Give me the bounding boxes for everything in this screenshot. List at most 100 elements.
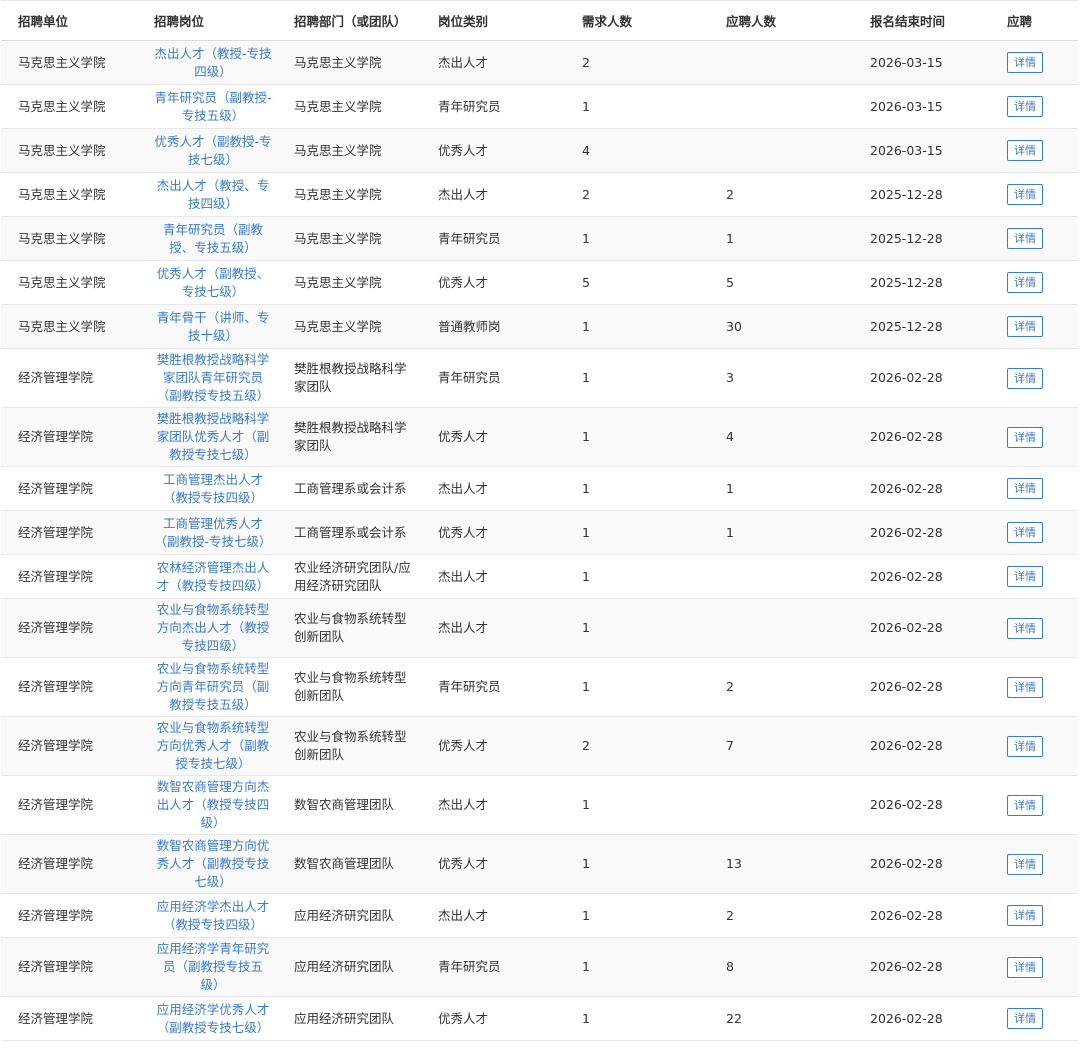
cell-apply: 详情 <box>995 466 1078 511</box>
post-link[interactable]: 工商管理杰出人才 （教授专技四级） <box>146 471 280 507</box>
table-row: 马克思主义学院 优秀人才（副教授、 专技七级） 马克思主义学院 优秀人才 5 5 2025-1… <box>1 260 1078 305</box>
cell-applicants: 8 <box>718 937 862 997</box>
cell-deadline: 2025-12-28 <box>862 172 995 217</box>
post-link-line: 应用经济学优秀人才 <box>156 1001 270 1017</box>
dept-line: 应用经济研究团队 <box>294 1010 395 1026</box>
detail-button[interactable]: 详情 <box>1007 676 1043 698</box>
detail-button[interactable]: 详情 <box>1007 52 1043 73</box>
post-link[interactable]: 樊胜根教授战略科学 家团队青年研究员 （副教授专技五级） <box>146 351 280 405</box>
cell-demand: 2 <box>574 40 718 85</box>
post-link[interactable]: 青年骨干（讲师、专 技十级） <box>146 309 280 345</box>
detail-button[interactable]: 详情 <box>1007 272 1043 293</box>
detail-button[interactable]: 详情 <box>1007 905 1043 926</box>
table-row: 马克思主义学院 青年骨干（讲师、专 技十级） 马克思主义学院 普通教师岗 1 30 2025-… <box>1 304 1078 349</box>
detail-button[interactable]: 详情 <box>1007 228 1043 249</box>
cell-category: 杰出人才 <box>430 172 574 217</box>
post-link[interactable]: 优秀人才（副教授、 专技七级） <box>146 265 280 301</box>
cell-dept: 马克思主义学院 <box>286 128 430 173</box>
detail-button[interactable]: 详情 <box>1007 184 1043 205</box>
cell-unit: 经济管理学院 <box>1 657 146 717</box>
post-link[interactable]: 杰出人才（教授-专技 四级） <box>146 45 280 81</box>
post-link[interactable]: 农林经济管理杰出人 才（教授专技四级） <box>146 559 280 595</box>
cell-post: 农业与食物系统转型 方向青年研究员（副 教授专技五级） <box>146 657 286 717</box>
cell-category: 杰出人才 <box>430 598 574 658</box>
post-link-line: 数智农商管理方向杰 <box>156 779 270 794</box>
post-link[interactable]: 农业与食物系统转型 方向优秀人才（副教 授专技七级） <box>146 719 280 773</box>
cell-post: 樊胜根教授战略科学 家团队青年研究员 （副教授专技五级） <box>146 348 286 408</box>
detail-button[interactable]: 详情 <box>1007 367 1043 389</box>
table-row: 经济管理学院 数智农商管理方向杰 出人才（教授专技四 级） 数智农商管理团队 杰出人才 1 2… <box>1 775 1078 835</box>
detail-button[interactable]: 详情 <box>1007 566 1043 587</box>
cell-post: 数智农商管理方向杰 出人才（教授专技四 级） <box>146 775 286 835</box>
detail-button[interactable]: 详情 <box>1007 735 1043 757</box>
cell-category: 青年研究员 <box>430 84 574 129</box>
detail-button[interactable]: 详情 <box>1007 617 1043 639</box>
header-apply: 应聘 <box>995 0 1078 41</box>
table-row: 经济管理学院 工商管理杰出人才 （教授专技四级） 工商管理系或会计系 杰出人才 1 1 202… <box>1 466 1078 511</box>
post-link-line: 方向优秀人才（副教 <box>156 738 270 753</box>
cell-post: 农业与食物系统转型 方向杰出人才（教授 专技四级） <box>146 598 286 658</box>
detail-button[interactable]: 详情 <box>1007 794 1043 816</box>
cell-dept: 农业与食物系统转型 创新团队 <box>286 716 430 776</box>
cell-apply: 详情 <box>995 40 1078 85</box>
post-link-line: （教授专技四级） <box>162 489 263 505</box>
detail-button[interactable]: 详情 <box>1007 1008 1043 1029</box>
cell-demand: 2 <box>574 716 718 776</box>
cell-dept: 数智农商管理团队 <box>286 775 430 835</box>
post-link-line: 授专技七级） <box>175 756 251 771</box>
cell-unit: 马克思主义学院 <box>1 40 146 85</box>
cell-category: 杰出人才 <box>430 893 574 938</box>
cell-applicants <box>718 554 862 599</box>
post-link[interactable]: 青年研究员（副教 授、专技五级） <box>146 221 280 257</box>
post-link[interactable]: 数智农商管理方向杰 出人才（教授专技四 级） <box>146 778 280 832</box>
cell-demand: 1 <box>574 598 718 658</box>
detail-button[interactable]: 详情 <box>1007 956 1043 978</box>
post-link[interactable]: 应用经济学杰出人才 （教授专技四级） <box>146 898 280 934</box>
cell-dept: 数智农商管理团队 <box>286 834 430 894</box>
dept-line: 创新团队 <box>294 629 345 644</box>
table-row: 经济管理学院 樊胜根教授战略科学 家团队青年研究员 （副教授专技五级） 樊胜根教授战略科… <box>1 348 1078 408</box>
cell-unit: 马克思主义学院 <box>1 172 146 217</box>
table-row: 经济管理学院 樊胜根教授战略科学 家团队优秀人才（副 教授专技七级） 樊胜根教授战略科学… <box>1 407 1078 467</box>
post-link[interactable]: 樊胜根教授战略科学 家团队优秀人才（副 教授专技七级） <box>146 410 280 464</box>
dept-line: 马克思主义学院 <box>294 230 382 246</box>
post-link[interactable]: 应用经济学青年研究 员（副教授专技五 级） <box>146 940 280 994</box>
cell-post: 农业与食物系统转型 方向优秀人才（副教 授专技七级） <box>146 716 286 776</box>
table-row: 经济管理学院 农业与食物系统转型 方向青年研究员（副 教授专技五级） 农业与食物系统转型… <box>1 657 1078 717</box>
cell-category: 青年研究员 <box>430 937 574 997</box>
detail-button[interactable]: 详情 <box>1007 478 1043 499</box>
detail-button[interactable]: 详情 <box>1007 96 1043 117</box>
post-link[interactable]: 工商管理优秀人才 （副教授-专技七级） <box>146 515 280 551</box>
post-link[interactable]: 杰出人才（教授、专 技四级） <box>146 177 280 213</box>
dept-line: 马克思主义学院 <box>294 54 382 70</box>
dept-line: 农业经济研究团队/应 <box>294 559 411 575</box>
cell-post: 杰出人才（教授-专技 四级） <box>146 40 286 85</box>
cell-deadline: 2026-02-28 <box>862 554 995 599</box>
cell-apply: 详情 <box>995 216 1078 261</box>
post-link[interactable]: 青年研究员（副教授- 专技五级） <box>146 89 280 125</box>
cell-dept: 樊胜根教授战略科学 家团队 <box>286 348 430 408</box>
table-row: 经济管理学院 农业与食物系统转型 方向优秀人才（副教 授专技七级） 农业与食物系统转型创… <box>1 716 1078 776</box>
cell-deadline: 2026-02-28 <box>862 893 995 938</box>
post-link[interactable]: 农业与食物系统转型 方向青年研究员（副 教授专技五级） <box>146 660 280 714</box>
detail-button[interactable]: 详情 <box>1007 316 1043 337</box>
cell-applicants: 2 <box>718 893 862 938</box>
post-link[interactable]: 农业与食物系统转型 方向杰出人才（教授 专技四级） <box>146 601 280 655</box>
post-link[interactable]: 数智农商管理方向优 秀人才（副教授专技 七级） <box>146 837 280 891</box>
detail-button[interactable]: 详情 <box>1007 140 1043 161</box>
header-dept: 招聘部门（或团队） <box>286 0 430 41</box>
cell-deadline: 2026-02-28 <box>862 716 995 776</box>
post-link-line: 专技五级） <box>181 107 245 123</box>
post-link-line: 级） <box>200 815 226 830</box>
detail-button[interactable]: 详情 <box>1007 853 1043 875</box>
post-link[interactable]: 应用经济学优秀人才 （副教授专技七级） <box>146 1001 280 1037</box>
cell-dept: 应用经济研究团队 <box>286 893 430 938</box>
detail-button[interactable]: 详情 <box>1007 426 1043 448</box>
post-link-line: 杰出人才（教授、专 <box>156 177 270 193</box>
cell-unit: 经济管理学院 <box>1 716 146 776</box>
detail-button[interactable]: 详情 <box>1007 522 1043 543</box>
dept-line: 家团队 <box>294 438 332 453</box>
post-link-line: （副教授-专技七级） <box>154 533 272 549</box>
cell-dept: 工商管理系或会计系 <box>286 510 430 555</box>
post-link[interactable]: 优秀人才（副教授-专 技七级） <box>146 133 280 169</box>
